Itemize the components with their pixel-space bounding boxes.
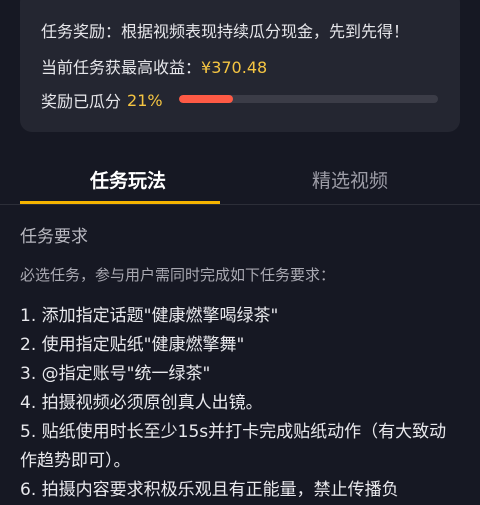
progress-bar-fill [179, 95, 234, 103]
reward-description: 任务奖励：根据视频表现持续瓜分现金，先到先得！ [41, 22, 410, 41]
requirement-item: 2. 使用指定贴纸"健康燃擎舞" [20, 335, 245, 355]
max-earnings-label: 当前任务获最高收益： [41, 58, 202, 77]
max-earnings-amount: ¥370.48 [201, 58, 268, 77]
requirements-intro: 必选任务，参与用户需同时完成如下任务要求： [20, 266, 336, 284]
progress-percent: 21% [127, 90, 163, 110]
requirement-item: 5. 贴纸使用时长至少15s并打卡完成贴纸动作（有大致动作趋势即可）。 [20, 422, 447, 471]
requirements-list: 1. 添加指定话题"健康燃擎喝绿茶" 2. 使用指定贴纸"健康燃擎舞" 3. @… [20, 302, 460, 505]
progress-bar [179, 95, 438, 103]
requirement-item: 6. 拍摄内容要求积极乐观且有正能量，禁止传播负 [20, 480, 399, 500]
progress-label: 奖励已瓜分 [41, 92, 122, 111]
tab-featured-videos[interactable]: 精选视频 [312, 166, 388, 193]
tab-bar: 任务玩法 精选视频 [0, 158, 480, 202]
tab-task-gameplay[interactable]: 任务玩法 [90, 166, 166, 193]
section-title: 任务要求 [20, 227, 88, 247]
divider [0, 204, 480, 205]
requirement-item: 1. 添加指定话题"健康燃擎喝绿茶" [20, 306, 279, 326]
requirement-item: 3. @指定账号"统一绿茶" [20, 364, 211, 384]
progress-row: 奖励已瓜分 21% [41, 89, 163, 112]
requirement-item: 4. 拍摄视频必须原创真人出镜。 [20, 393, 263, 413]
max-earnings-line: 当前任务获最高收益：¥370.48 [41, 54, 267, 78]
